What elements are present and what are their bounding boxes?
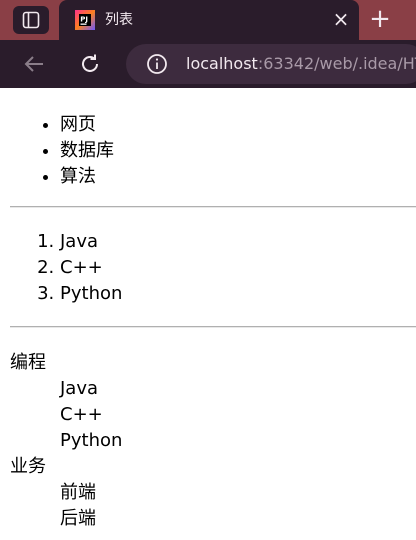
ordered-list: Java C++ Python <box>60 229 122 307</box>
url-host: localhost <box>186 54 258 73</box>
sidebar-icon <box>22 11 40 29</box>
list-item: 网页 <box>60 112 114 138</box>
jetbrains-webstorm-icon: PJ <box>75 10 95 30</box>
definition-item: Java <box>60 378 99 399</box>
tab-title: 列表 <box>105 12 133 28</box>
definition-term: 业务 <box>10 456 46 477</box>
sidebar-toggle-button[interactable] <box>13 6 49 34</box>
svg-text:PJ: PJ <box>80 16 88 24</box>
definition-item: 后端 <box>60 508 96 529</box>
definition-term: 编程 <box>10 352 46 373</box>
definition-item: Python <box>60 430 123 451</box>
list-item: 算法 <box>60 164 114 190</box>
horizontal-rule <box>10 206 416 208</box>
back-arrow-icon[interactable] <box>22 52 46 76</box>
unordered-list: 网页 数据库 算法 <box>60 112 114 190</box>
info-icon[interactable] <box>146 53 168 75</box>
refresh-icon[interactable] <box>78 52 102 76</box>
url-path: :63342/web/.idea/HT <box>257 54 416 73</box>
close-tab-icon[interactable]: × <box>331 9 351 29</box>
definition-list: 编程 Java C++ Python 业务 前端 后端 <box>10 350 122 532</box>
list-item: 数据库 <box>60 138 114 164</box>
definition-item: 前端 <box>60 482 96 503</box>
url-text[interactable]: localhost:63342/web/.idea/HT <box>186 53 416 75</box>
page-content: 网页 数据库 算法 Java C++ Python 编程 Java C++ Py… <box>0 88 416 540</box>
list-item: C++ <box>60 255 122 281</box>
list-item: Java <box>60 229 122 255</box>
tab-active[interactable]: PJ 列表 × <box>59 0 359 40</box>
new-tab-button[interactable]: + <box>366 6 394 34</box>
horizontal-rule <box>10 326 416 328</box>
list-item: Python <box>60 281 122 307</box>
definition-item: C++ <box>60 404 103 425</box>
